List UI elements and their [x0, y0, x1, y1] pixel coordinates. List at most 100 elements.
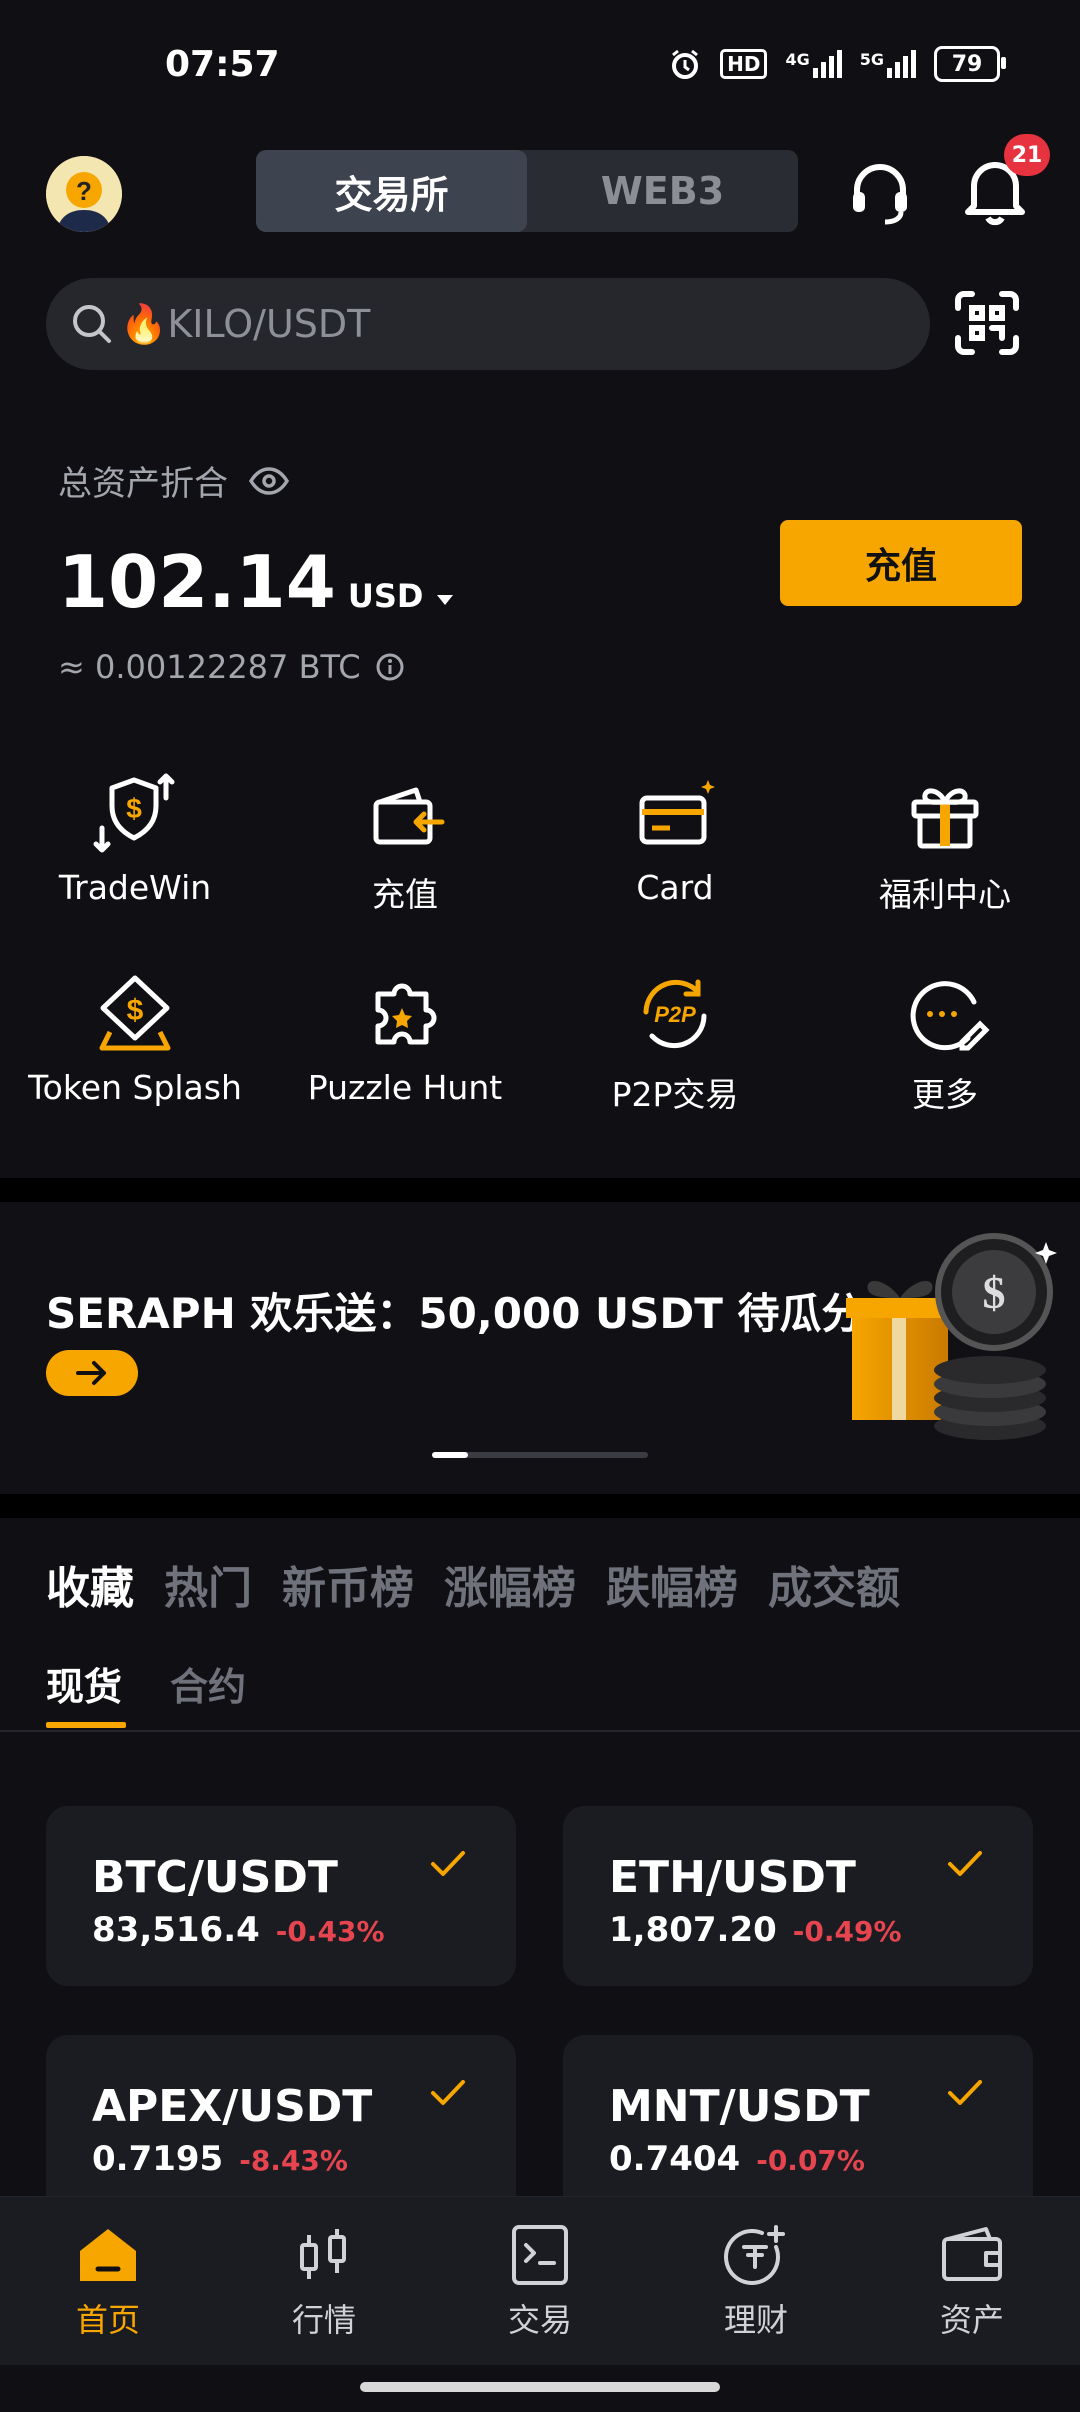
p2p-icon: P2P	[643, 979, 707, 1049]
svg-text:$: $	[983, 1267, 1006, 1318]
pair-name: MNT/USDT	[609, 2081, 870, 2132]
quick-action-puzzle-hunt[interactable]: Puzzle Hunt	[270, 972, 540, 1107]
pair-change: -0.07%	[756, 2144, 865, 2177]
tab-divider	[0, 1730, 1080, 1732]
section-divider	[0, 1178, 1080, 1202]
quick-action-label: P2P交易	[611, 1075, 739, 1114]
nav-label: 资产	[939, 2301, 1004, 2339]
caret-down-icon[interactable]	[435, 593, 455, 607]
watchlist-card-apex[interactable]: APEX/USDT 0.7195 -8.43%	[46, 2035, 516, 2215]
tradewin-icon: $	[93, 773, 175, 853]
bottom-nav: 首页 行情 交易 理财 资产	[0, 2196, 1080, 2365]
trade-icon	[512, 2225, 568, 2285]
notification-badge: 21	[1004, 134, 1050, 176]
tab-spot[interactable]: 现货	[46, 1656, 122, 1711]
svg-text:$: $	[127, 994, 144, 1027]
tab-contracts[interactable]: 合约	[170, 1656, 246, 1711]
nav-earn[interactable]: 理财	[648, 2197, 864, 2365]
search-icon	[73, 305, 111, 343]
info-icon[interactable]	[375, 652, 405, 682]
active-tab-underline	[46, 1722, 126, 1728]
nav-label: 行情	[291, 2301, 356, 2339]
tab-losers[interactable]: 跌幅榜	[606, 1552, 738, 1616]
exchange-web3-switch: 交易所 WEB3	[256, 150, 798, 232]
svg-text:P2P: P2P	[654, 1002, 696, 1027]
quick-action-label: 福利中心	[879, 875, 1011, 914]
nav-trade[interactable]: 交易	[432, 2197, 648, 2365]
nav-assets[interactable]: 资产	[864, 2197, 1080, 2365]
eye-icon[interactable]	[248, 466, 290, 496]
pair-price: 0.7195	[92, 2139, 224, 2179]
nav-label: 首页	[75, 2301, 140, 2339]
balance: 102.14 USD	[58, 540, 455, 624]
nav-home[interactable]: 首页	[0, 2197, 216, 2365]
total-assets-label: 总资产折合	[58, 456, 290, 505]
signal-5g-icon: 5G	[860, 50, 916, 78]
pair-name: BTC/USDT	[92, 1852, 338, 1903]
banner-arrow-button[interactable]	[46, 1350, 138, 1396]
pair-name: ETH/USDT	[609, 1852, 856, 1903]
balance-value: 102.14	[58, 540, 336, 624]
pair-price: 83,516.4	[92, 1910, 260, 1950]
watchlist-card-eth[interactable]: ETH/USDT 1,807.20 -0.49%	[563, 1806, 1033, 1986]
total-assets-text: 总资产折合	[58, 464, 228, 504]
pair-change: -0.43%	[275, 1915, 385, 1948]
check-icon[interactable]	[947, 2079, 983, 2107]
quick-action-tradewin[interactable]: $ TradeWin	[0, 772, 270, 907]
arrow-right-icon	[76, 1361, 106, 1385]
gift-coins-illustration: $	[840, 1230, 1060, 1460]
quick-action-label: 充值	[372, 875, 438, 914]
tab-hot[interactable]: 热门	[164, 1552, 252, 1616]
scan-qr-icon[interactable]	[952, 288, 1022, 358]
alarm-icon	[672, 49, 699, 79]
tab-web3[interactable]: WEB3	[527, 150, 798, 232]
tab-favorites[interactable]: 收藏	[46, 1552, 134, 1616]
tab-gainers[interactable]: 涨幅榜	[444, 1552, 576, 1616]
market-sub-tabs: 现货 合约	[46, 1656, 246, 1711]
currency-selector[interactable]: USD	[348, 577, 424, 615]
pair-change: -8.43%	[239, 2144, 348, 2177]
search-bar[interactable]: 🔥KILO/USDT	[46, 278, 930, 370]
nav-label: 交易	[507, 2301, 572, 2339]
watchlist-card-mnt[interactable]: MNT/USDT 0.7404 -0.07%	[563, 2035, 1033, 2215]
market-candles-icon	[300, 2229, 346, 2279]
btc-equivalent-text: ≈ 0.00122287 BTC	[58, 648, 361, 686]
token-splash-icon: $	[99, 975, 171, 1051]
quick-action-token-splash[interactable]: $ Token Splash	[0, 972, 270, 1107]
pair-name: APEX/USDT	[92, 2081, 373, 2132]
svg-text:$: $	[126, 793, 142, 824]
quick-action-label: TradeWin	[58, 868, 212, 907]
carousel-indicator-active	[432, 1452, 468, 1458]
check-icon[interactable]	[947, 1850, 983, 1878]
quick-action-label: Puzzle Hunt	[307, 1068, 503, 1107]
quick-action-deposit[interactable]: 充值	[270, 772, 540, 916]
headset-support-icon[interactable]	[845, 158, 915, 228]
signal-4g-icon: 4G	[785, 50, 842, 78]
quick-action-p2p[interactable]: P2P P2P交易	[540, 972, 810, 1116]
pair-change: -0.49%	[792, 1915, 902, 1948]
tab-volume[interactable]: 成交额	[768, 1552, 900, 1616]
section-divider	[0, 1494, 1080, 1518]
quick-action-more[interactable]: 更多	[810, 972, 1080, 1116]
quick-action-rewards[interactable]: 福利中心	[810, 772, 1080, 916]
avatar[interactable]: ?	[46, 156, 122, 232]
hd-icon: HD	[720, 49, 768, 79]
gift-icon	[911, 788, 979, 849]
search-input[interactable]: 🔥KILO/USDT	[120, 302, 370, 347]
quick-action-card[interactable]: Card	[540, 772, 810, 907]
home-indicator	[360, 2382, 720, 2392]
check-icon[interactable]	[430, 1850, 466, 1878]
watchlist-card-btc[interactable]: BTC/USDT 83,516.4 -0.43%	[46, 1806, 516, 1986]
banner-title: SERAPH 欢乐送：50,000 USDT 待瓜分	[46, 1289, 864, 1338]
check-icon[interactable]	[430, 2079, 466, 2107]
deposit-button[interactable]: 充值	[780, 520, 1022, 606]
tab-exchange[interactable]: 交易所	[256, 150, 527, 232]
quick-action-label: Token Splash	[28, 1068, 242, 1107]
nav-market[interactable]: 行情	[216, 2197, 432, 2365]
svg-text:?: ?	[76, 176, 92, 206]
wallet-icon	[942, 2227, 1002, 2281]
earn-icon	[724, 2225, 785, 2285]
tab-new-listings[interactable]: 新币榜	[282, 1552, 414, 1616]
battery-icon: 79	[934, 46, 1006, 82]
card-icon	[639, 780, 715, 845]
